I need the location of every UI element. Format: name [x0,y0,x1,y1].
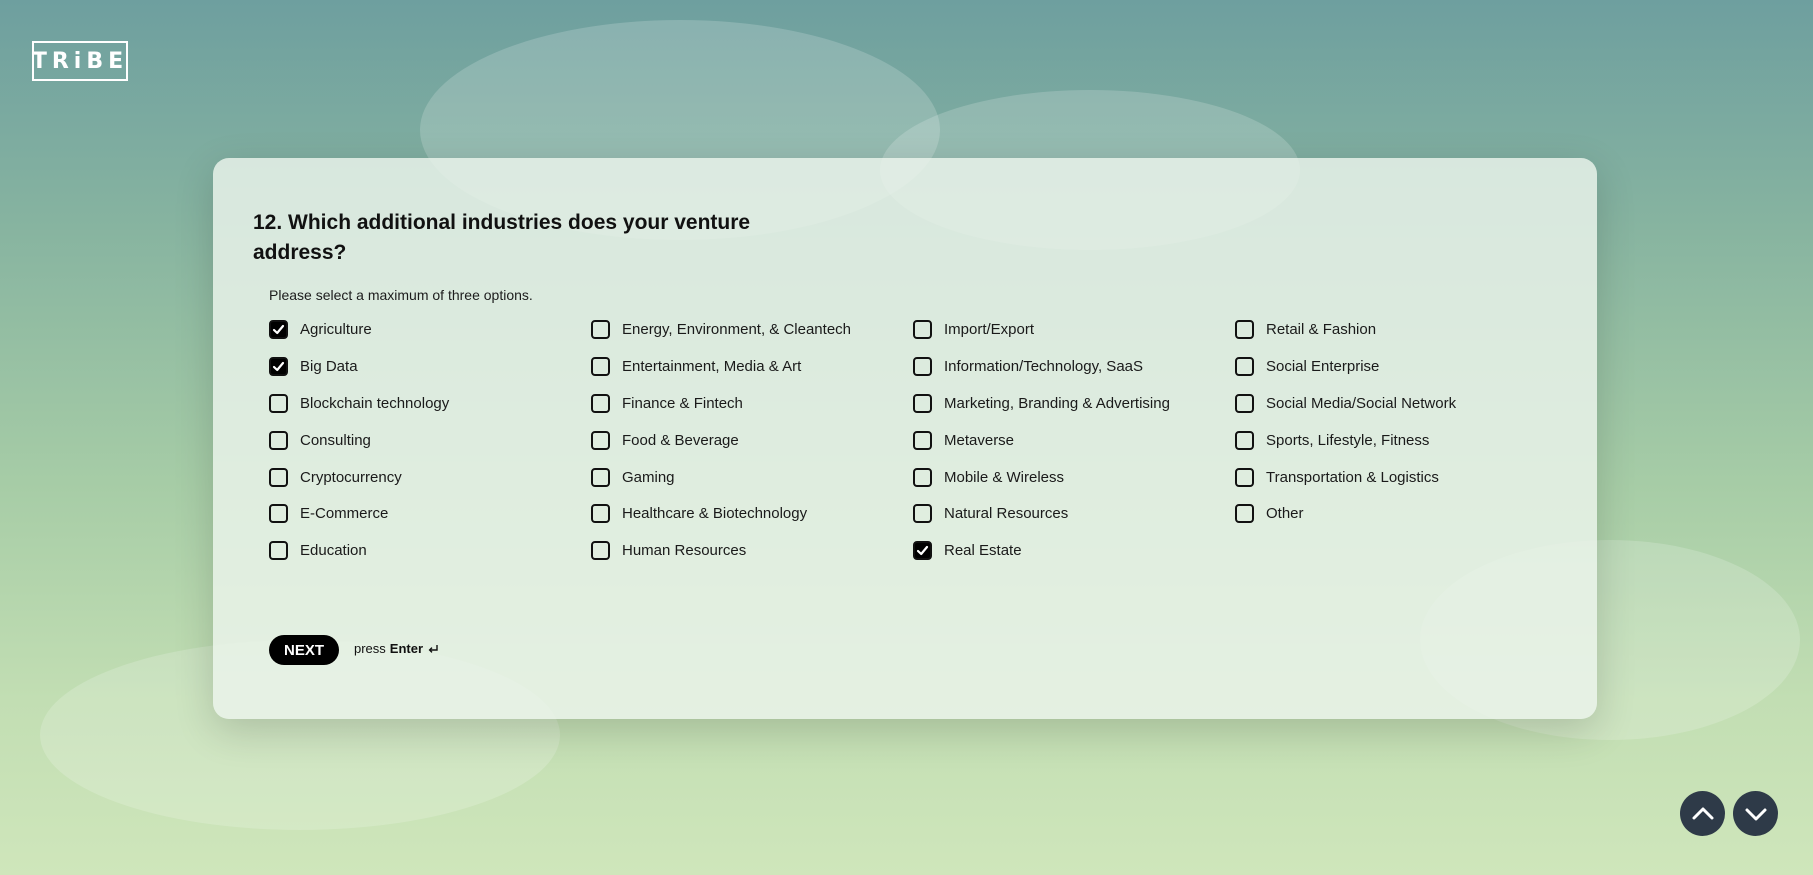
option-item[interactable]: Energy, Environment, & Cleantech [591,311,913,348]
checkmark-icon [272,324,285,335]
checkbox[interactable] [591,504,610,524]
option-item[interactable]: Blockchain technology [269,385,591,422]
checkbox[interactable] [269,430,288,450]
option-label: Cryptocurrency [300,468,402,486]
checkbox[interactable] [913,356,932,376]
checkbox[interactable] [913,467,932,487]
option-label: Sports, Lifestyle, Fitness [1266,431,1430,449]
option-label: Big Data [300,357,358,375]
option-item[interactable]: Other [1235,495,1557,532]
option-item[interactable]: Consulting [269,422,591,459]
option-item[interactable]: Transportation & Logistics [1235,459,1557,496]
checkbox[interactable] [591,541,610,561]
option-item[interactable]: Import/Export [913,311,1235,348]
option-label: Social Media/Social Network [1266,394,1457,412]
option-label: Information/Technology, SaaS [944,357,1144,375]
options-grid: Agriculture Energy, Environment, & Cleant… [269,311,1559,569]
press-enter-hint: press Enter [354,641,439,656]
checkbox[interactable] [269,467,288,487]
option-item[interactable]: Gaming [591,459,913,496]
checkbox[interactable] [1235,356,1254,376]
option-item[interactable]: Social Media/Social Network [1235,385,1557,422]
enter-key-text: Enter [389,641,424,656]
checkbox[interactable] [269,504,288,524]
option-label: Mobile & Wireless [944,468,1065,486]
checkbox[interactable] [913,504,932,524]
option-item[interactable]: Sports, Lifestyle, Fitness [1235,422,1557,459]
enter-key-icon [428,644,438,653]
option-label: Import/Export [944,320,1035,338]
checkmark-icon [916,546,929,556]
question-hint: Please select a maximum of three options… [269,287,533,303]
checkbox[interactable] [591,319,610,339]
option-item[interactable]: Agriculture [269,311,591,348]
option-label: Retail & Fashion [1266,320,1377,338]
option-item[interactable]: Mobile & Wireless [913,459,1235,496]
tribe-logo[interactable]: TRiBE [32,41,128,81]
option-item[interactable]: Marketing, Branding & Advertising [913,385,1235,422]
question-card: 12. Which additional industries does you… [213,158,1597,719]
checkbox-checked[interactable] [269,356,288,376]
checkbox-checked[interactable] [269,319,288,339]
option-label: Metaverse [944,431,1015,449]
option-item[interactable]: E-Commerce [269,495,591,532]
previous-question-button[interactable] [1680,791,1725,836]
press-text: press [354,641,386,656]
option-label: Education [300,542,367,560]
checkbox-checked[interactable] [913,541,932,561]
option-label: Social Enterprise [1266,357,1380,375]
option-item[interactable]: Metaverse [913,422,1235,459]
option-item[interactable]: Big Data [269,348,591,385]
next-button[interactable]: NEXT [269,635,339,665]
option-item[interactable]: Human Resources [591,532,913,569]
option-label: Blockchain technology [300,394,450,412]
option-item[interactable]: Education [269,532,591,569]
checkbox[interactable] [1235,393,1254,413]
option-label: Agriculture [300,320,372,338]
option-label: Entertainment, Media & Art [622,357,802,375]
checkbox[interactable] [591,393,610,413]
option-item[interactable]: Social Enterprise [1235,348,1557,385]
option-label: Marketing, Branding & Advertising [944,394,1170,412]
option-label: Healthcare & Biotechnology [622,505,808,523]
chevron-up-icon [1692,807,1713,819]
chevron-down-icon [1745,808,1766,820]
checkbox[interactable] [269,393,288,413]
option-label: Transportation & Logistics [1266,468,1439,486]
checkmark-icon [272,361,285,371]
option-item[interactable]: Natural Resources [913,495,1235,532]
question-title: 12. Which additional industries does you… [253,211,751,264]
option-label: Energy, Environment, & Cleantech [622,320,852,338]
checkbox[interactable] [1235,430,1254,450]
option-label: Food & Beverage [622,431,739,449]
option-item[interactable]: Healthcare & Biotechnology [591,495,913,532]
option-label: E-Commerce [300,505,389,523]
option-label: Gaming [622,468,675,486]
option-item[interactable]: Information/Technology, SaaS [913,348,1235,385]
option-item[interactable]: Retail & Fashion [1235,311,1557,348]
option-label: Other [1266,505,1304,523]
option-label: Human Resources [622,542,747,560]
checkbox[interactable] [913,430,932,450]
checkbox[interactable] [1235,467,1254,487]
checkbox[interactable] [1235,504,1254,524]
checkbox[interactable] [913,393,932,413]
checkbox[interactable] [591,467,610,487]
checkbox[interactable] [913,319,932,339]
checkbox[interactable] [591,356,610,376]
checkbox[interactable] [591,430,610,450]
checkbox[interactable] [269,541,288,561]
option-label: Real Estate [944,542,1022,560]
option-item[interactable]: Cryptocurrency [269,459,591,496]
next-question-button[interactable] [1733,791,1778,836]
option-item[interactable]: Food & Beverage [591,422,913,459]
option-item[interactable]: Real Estate [913,532,1235,569]
checkbox[interactable] [1235,319,1254,339]
option-item[interactable]: Entertainment, Media & Art [591,348,913,385]
option-label: Finance & Fintech [622,394,743,412]
option-item[interactable]: Finance & Fintech [591,385,913,422]
option-label: Natural Resources [944,505,1069,523]
option-label: Consulting [300,431,371,449]
